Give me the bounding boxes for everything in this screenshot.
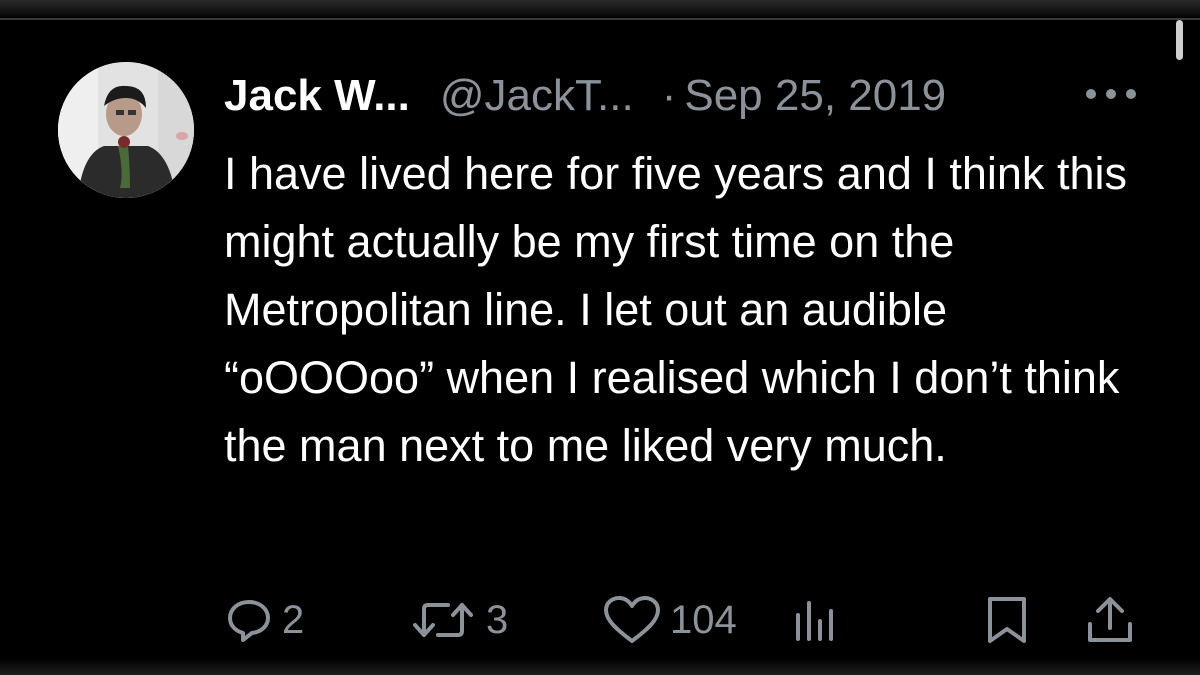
tweet-header: Jack W... @JackT... · Sep 25, 2019 [224, 68, 946, 124]
avatar-image [58, 62, 194, 198]
share-icon [1088, 597, 1132, 642]
header-separator: · [661, 71, 677, 120]
reply-button[interactable]: 2 [226, 590, 304, 650]
more-button[interactable] [1082, 82, 1140, 106]
tweet-date[interactable]: Sep 25, 2019 [684, 71, 946, 121]
bottom-edge [0, 658, 1200, 675]
top-edge [0, 0, 1200, 18]
user-handle[interactable]: @JackT... [440, 71, 634, 121]
heart-icon [604, 596, 660, 643]
views-icon [796, 601, 833, 641]
reply-icon [228, 600, 270, 642]
display-name[interactable]: Jack W... [224, 71, 410, 121]
reply-count: 2 [282, 597, 305, 642]
like-count: 104 [670, 597, 737, 642]
bookmark-button[interactable] [984, 590, 1030, 650]
retweet-icon [413, 603, 473, 637]
more-icon [1086, 89, 1136, 99]
views-button[interactable] [792, 590, 840, 650]
tweet-text: I have lived here for five years and I t… [224, 148, 1127, 471]
bookmark-icon [988, 597, 1026, 643]
avatar[interactable] [58, 62, 194, 198]
action-bar: 2 3 104 [0, 590, 1200, 650]
retweet-count: 3 [486, 597, 509, 642]
top-divider [0, 18, 1200, 20]
like-button[interactable]: 104 [602, 590, 737, 650]
share-button[interactable] [1084, 590, 1136, 650]
retweet-button[interactable]: 3 [410, 590, 508, 650]
scrollbar[interactable] [1176, 20, 1183, 60]
